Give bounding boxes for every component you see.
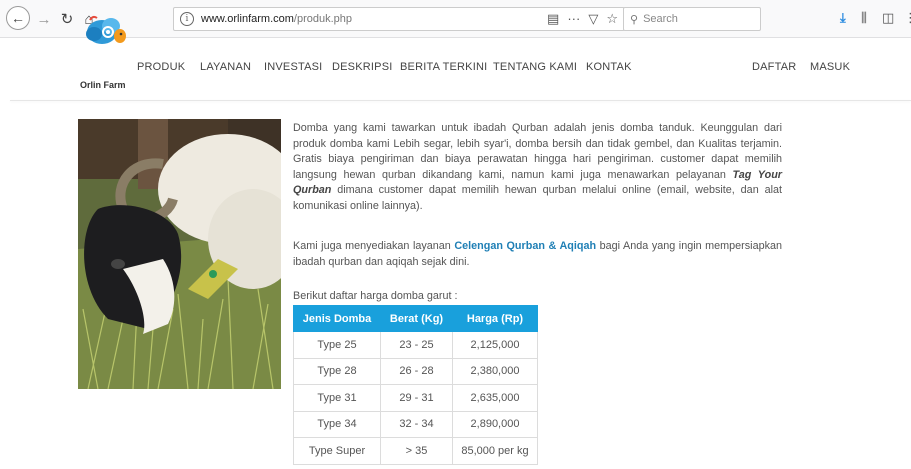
cell-type: Type Super xyxy=(293,437,381,465)
pocket-icon[interactable]: ▽ xyxy=(588,11,598,27)
nav-produk[interactable]: PRODUK xyxy=(137,61,185,73)
url-path: /produk.php xyxy=(293,13,353,25)
logo-text: Orlin Farm xyxy=(80,80,126,90)
price-list-intro: Berikut daftar harga domba garut : xyxy=(293,290,458,302)
celengan-qurban-link[interactable]: Celengan Qurban & Aqiqah xyxy=(454,240,596,252)
forward-icon[interactable]: → xyxy=(36,9,52,29)
cell-weight: 23 - 25 xyxy=(380,331,453,359)
nav-deskripsi[interactable]: DESKRIPSI xyxy=(332,61,393,73)
info-icon[interactable]: i xyxy=(180,12,194,26)
description-paragraph: Domba yang kami tawarkan untuk ibadah Qu… xyxy=(293,121,782,214)
cell-weight: 32 - 34 xyxy=(380,410,453,438)
search-placeholder: Search xyxy=(643,13,678,25)
cell-weight: > 35 xyxy=(380,437,453,465)
table-row: Type 25 23 - 25 2,125,000 xyxy=(293,331,538,359)
nav-kontak[interactable]: KONTAK xyxy=(586,61,632,73)
url-domain: www.orlinfarm.com xyxy=(201,13,294,25)
cell-price: 2,380,000 xyxy=(452,357,538,385)
description-text-b: dimana customer dapat memilih hewan qurb… xyxy=(293,184,782,212)
table-header-row: Jenis Domba Berat (Kg) Harga (Rp) xyxy=(293,305,538,332)
cell-type: Type 31 xyxy=(293,384,381,412)
orlin-farm-logo-icon xyxy=(86,15,126,44)
cell-price: 2,890,000 xyxy=(452,410,538,438)
sheep-photo xyxy=(78,119,281,389)
table-row: Type 28 26 - 28 2,380,000 xyxy=(293,357,538,385)
browser-toolbar: ← → ↻ ⌂ i www.orlinfarm.com /produk.php … xyxy=(0,0,911,38)
table-row: Type 31 29 - 31 2,635,000 xyxy=(293,384,538,412)
search-input[interactable]: ⚲ Search xyxy=(623,7,761,31)
header-harga: Harga (Rp) xyxy=(452,305,538,332)
reader-view-icon[interactable]: ▤ xyxy=(547,11,559,27)
table-row: Type Super > 35 85,000 per kg xyxy=(293,437,538,465)
back-icon[interactable]: ← xyxy=(6,6,30,30)
bookmark-star-icon[interactable]: ☆ xyxy=(606,11,618,27)
nav-daftar[interactable]: DAFTAR xyxy=(752,61,796,73)
nav-tentang-kami[interactable]: TENTANG KAMI xyxy=(493,61,577,73)
nav-layanan[interactable]: LAYANAN xyxy=(200,61,251,73)
sidebar-icon[interactable]: ◫ xyxy=(882,10,894,26)
cell-price: 2,125,000 xyxy=(452,331,538,359)
download-icon[interactable]: ⤓ xyxy=(840,10,846,26)
table-row: Type 34 32 - 34 2,890,000 xyxy=(293,410,538,438)
service-paragraph: Kami juga menyediakan layanan Celengan Q… xyxy=(293,239,782,270)
description-text-a: Domba yang kami tawarkan untuk ibadah Qu… xyxy=(293,122,782,181)
cell-weight: 26 - 28 xyxy=(380,357,453,385)
cell-type: Type 34 xyxy=(293,410,381,438)
url-bar[interactable]: i www.orlinfarm.com /produk.php ▤ ··· ▽ … xyxy=(173,7,625,31)
header-divider xyxy=(10,100,911,101)
menu-icon[interactable]: ⋮ xyxy=(904,10,911,26)
cell-type: Type 28 xyxy=(293,357,381,385)
nav-investasi[interactable]: INVESTASI xyxy=(264,61,322,73)
header-berat: Berat (Kg) xyxy=(380,305,453,332)
nav-berita-terkini[interactable]: BERITA TERKINI xyxy=(400,61,487,73)
cell-weight: 29 - 31 xyxy=(380,384,453,412)
more-icon[interactable]: ··· xyxy=(567,11,580,27)
search-icon: ⚲ xyxy=(630,13,639,26)
library-icon[interactable]: ⫼ xyxy=(861,10,867,26)
header-jenis-domba: Jenis Domba xyxy=(293,305,381,332)
price-table: Jenis Domba Berat (Kg) Harga (Rp) Type 2… xyxy=(293,305,538,465)
nav-masuk[interactable]: MASUK xyxy=(810,61,850,73)
cell-price: 85,000 per kg xyxy=(452,437,538,465)
reload-icon[interactable]: ↻ xyxy=(58,9,76,29)
cell-type: Type 25 xyxy=(293,331,381,359)
service-text-a: Kami juga menyediakan layanan xyxy=(293,240,455,252)
cell-price: 2,635,000 xyxy=(452,384,538,412)
